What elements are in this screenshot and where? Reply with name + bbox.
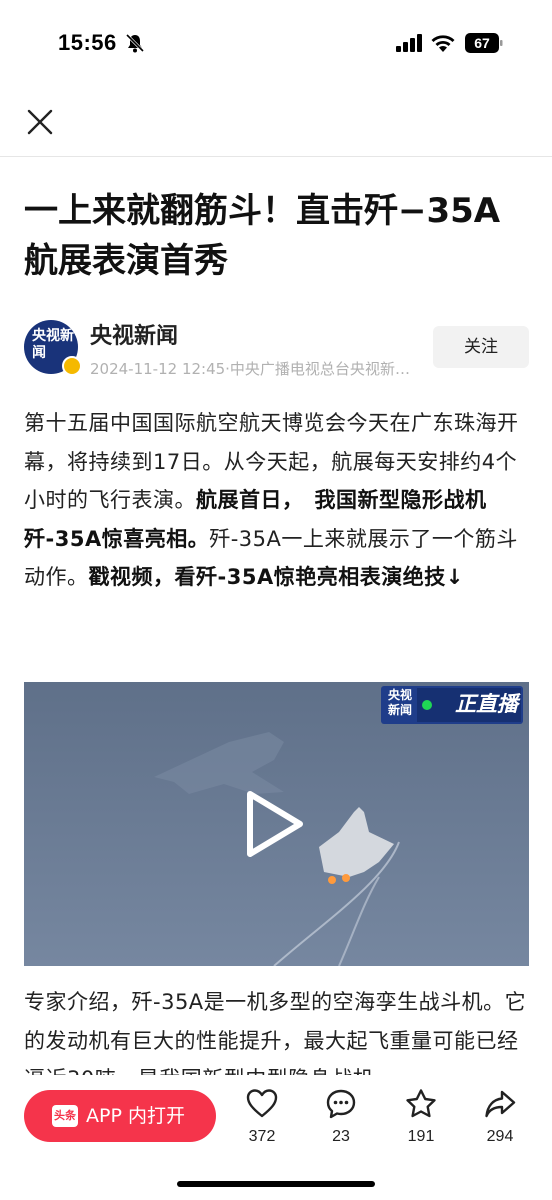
- wifi-icon: [431, 35, 455, 52]
- close-icon[interactable]: [22, 104, 58, 140]
- comment-icon: [326, 1089, 356, 1119]
- like-count: 372: [248, 1128, 276, 1145]
- like-button[interactable]: 372: [232, 1084, 292, 1156]
- home-indicator: [177, 1181, 375, 1187]
- live-badge-label: 正直播: [455, 692, 518, 716]
- signal-icon: [396, 34, 422, 52]
- heart-icon: [246, 1089, 278, 1118]
- favorite-button[interactable]: 191: [391, 1084, 451, 1156]
- share-icon: [485, 1090, 516, 1118]
- favorite-count: 191: [407, 1128, 435, 1145]
- share-count: 294: [486, 1128, 514, 1145]
- article-title: 一上来就翻筋斗！直击歼−35A航展表演首秀: [24, 191, 501, 281]
- star-icon: [406, 1089, 436, 1118]
- share-button[interactable]: 294: [470, 1084, 530, 1156]
- follow-button[interactable]: 关注: [433, 326, 529, 368]
- comment-button[interactable]: 23: [311, 1084, 371, 1156]
- bold-segment: 戳视频，看歼-35A惊艳亮相表演绝技↓: [88, 565, 464, 589]
- live-badge-channel: 央视 新闻: [387, 688, 412, 717]
- status-time: 15:56: [58, 30, 117, 55]
- bell-off-icon: [125, 33, 145, 53]
- author-meta: 2024-11-12 12:45·中央广播电视总台央视新闻官方账号: [90, 360, 420, 378]
- open-in-app-label: APP 内打开: [86, 1105, 185, 1127]
- play-icon[interactable]: [244, 788, 306, 860]
- nav-divider: [0, 156, 552, 157]
- verified-badge-icon: [62, 356, 82, 376]
- status-bar: 15:56 67: [0, 0, 552, 90]
- battery-level: 67: [474, 35, 490, 51]
- video-player[interactable]: 央视 新闻 正直播: [24, 682, 529, 966]
- article-paragraph: 第十五届中国国际航空航天博览会今天在广东珠海开幕，将持续到17日。从今天起，航展…: [24, 404, 529, 597]
- open-in-app-button[interactable]: 头条 APP 内打开: [24, 1090, 216, 1142]
- comment-count: 23: [332, 1128, 350, 1145]
- author-name[interactable]: 央视新闻: [90, 318, 178, 350]
- article-paragraph: 专家介绍，歼-35A是一机多型的空海孪生战斗机。它的发动机有巨大的性能提升，最大…: [24, 990, 527, 1075]
- toutiao-logo-icon: 头条: [52, 1105, 78, 1127]
